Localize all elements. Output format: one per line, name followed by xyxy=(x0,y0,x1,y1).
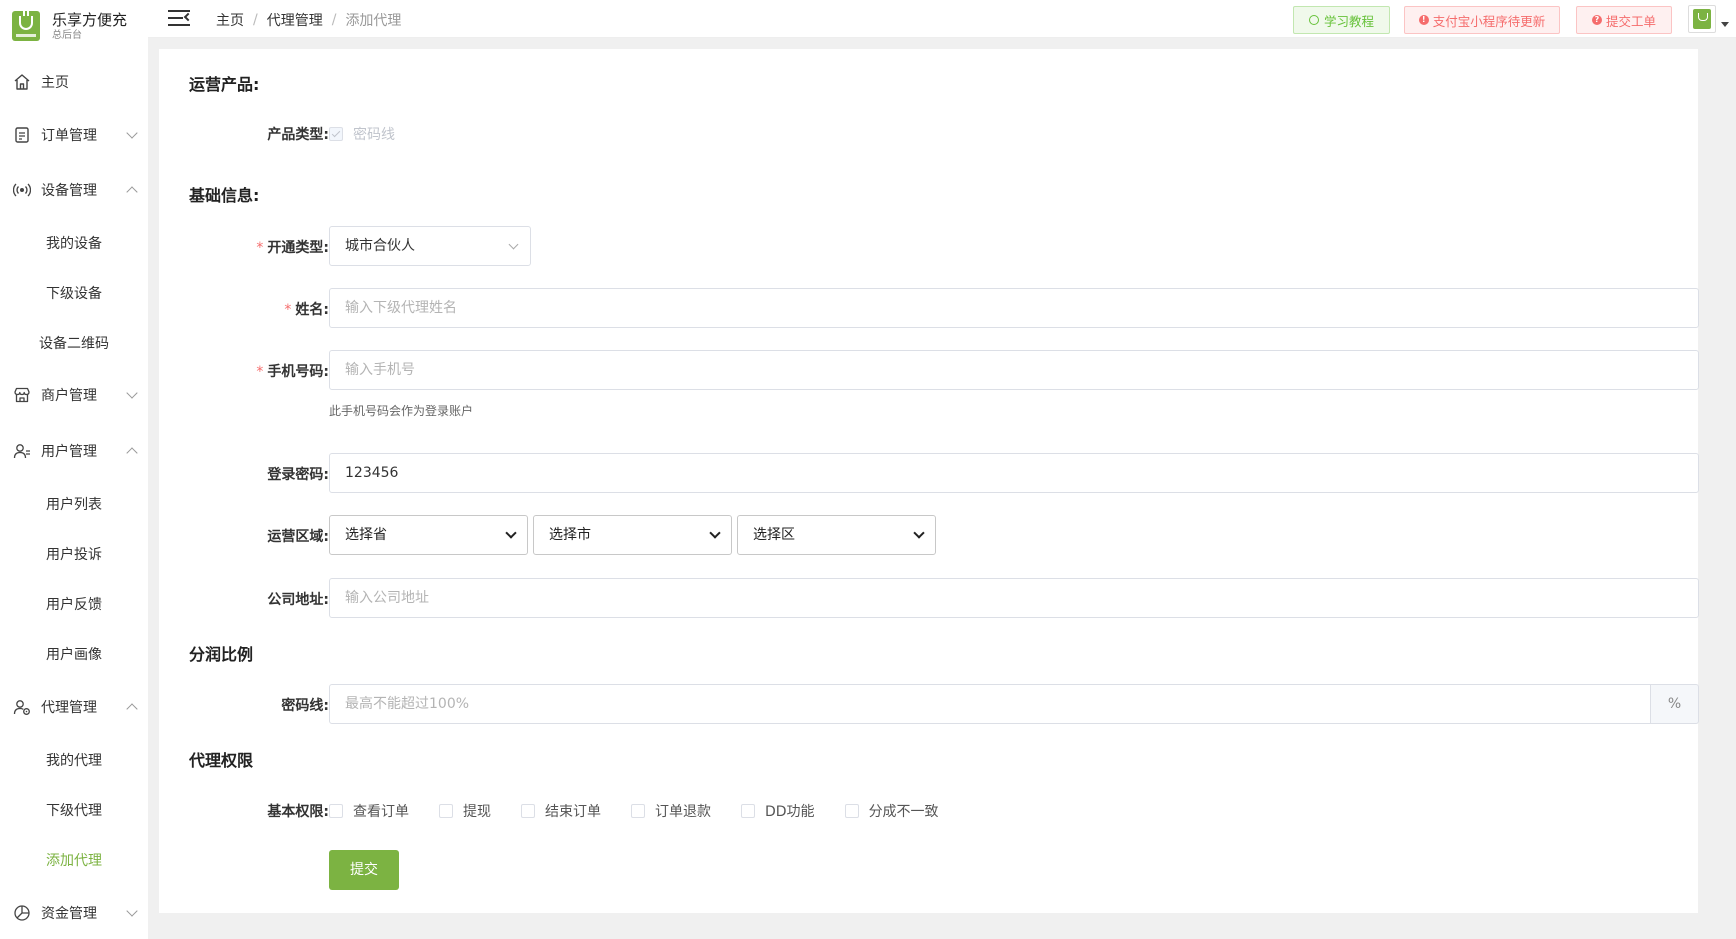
phone-input[interactable]: 输入手机号 xyxy=(329,350,1699,390)
sidebar-item-agents[interactable]: 代理管理 xyxy=(0,687,148,727)
address-input[interactable]: 输入公司地址 xyxy=(329,578,1699,618)
chevron-down-icon xyxy=(126,387,138,399)
chevron-down-icon xyxy=(913,527,925,539)
brand-avatar-icon xyxy=(1693,9,1711,29)
share-input[interactable]: 最高不能超过100% xyxy=(329,684,1651,724)
sidebar-subitem-my-devices[interactable]: 我的设备 xyxy=(0,223,148,263)
province-select[interactable]: 选择省 xyxy=(329,515,528,555)
pie-chart-icon xyxy=(12,903,32,923)
open-type-label: * 开通类型: xyxy=(256,240,329,256)
sidebar-subitem-user-list[interactable]: 用户列表 xyxy=(0,484,148,524)
breadcrumb: 主页 / 代理管理 / 添加代理 xyxy=(216,10,401,30)
perm-end-order-checkbox[interactable]: 结束订单 xyxy=(521,801,601,821)
brand-logo-icon xyxy=(12,11,40,41)
phone-hint: 此手机号码会作为登录账户 xyxy=(329,404,474,418)
open-type-select[interactable]: 城市合伙人 xyxy=(329,226,531,266)
product-type-label: 产品类型: xyxy=(267,127,329,143)
signal-icon xyxy=(12,180,32,200)
sidebar-item-label: 资金管理 xyxy=(41,906,97,922)
perm-split-checkbox[interactable]: 分成不一致 xyxy=(844,801,939,821)
chevron-up-icon xyxy=(126,186,138,198)
region-label: 运营区域: xyxy=(267,529,329,545)
sidebar-subitem-device-qrcode[interactable]: 设备二维码 xyxy=(0,323,148,363)
sidebar-subitem-sub-agents[interactable]: 下级代理 xyxy=(0,790,148,830)
tutorial-button[interactable]: 学习教程 xyxy=(1293,6,1390,34)
name-label: * 姓名: xyxy=(284,302,329,318)
avatar[interactable] xyxy=(1688,5,1716,33)
tutorial-icon xyxy=(1308,15,1319,25)
chevron-down-icon xyxy=(126,905,138,917)
chevron-down-icon xyxy=(508,239,519,250)
chevron-down-icon xyxy=(126,127,138,139)
submit-button[interactable]: 提交 xyxy=(329,850,399,890)
brand-name: 乐享方便充 xyxy=(52,11,128,29)
shop-icon xyxy=(12,385,32,405)
chevron-down-icon xyxy=(505,527,517,539)
sidebar-subitem-my-agents[interactable]: 我的代理 xyxy=(0,740,148,780)
sidebar-item-devices[interactable]: 设备管理 xyxy=(0,170,148,210)
section-basic-title: 基础信息: xyxy=(189,186,260,205)
add-agent-form: 运营产品: 产品类型: 密码线 基础信息: * 开通类型: 城市合伙人 * 姓名: … xyxy=(159,49,1699,913)
agent-icon xyxy=(12,697,32,717)
sidebar-subitem-user-complaints[interactable]: 用户投诉 xyxy=(0,534,148,574)
sidebar-item-home[interactable]: 主页 xyxy=(0,62,148,102)
perm-view-orders-checkbox[interactable]: 查看订单 xyxy=(329,801,409,821)
section-product-title: 运营产品: xyxy=(189,75,260,94)
district-select[interactable]: 选择区 xyxy=(737,515,936,555)
sidebar-subitem-user-profile[interactable]: 用户画像 xyxy=(0,634,148,674)
sidebar-item-merchants[interactable]: 商户管理 xyxy=(0,375,148,415)
perm-dd-checkbox[interactable]: DD功能 xyxy=(741,801,815,821)
city-select[interactable]: 选择市 xyxy=(533,515,732,555)
name-input[interactable]: 输入下级代理姓名 xyxy=(329,288,1699,328)
chevron-up-icon xyxy=(126,703,138,715)
alipay-update-button[interactable]: ! 支付宝小程序待更新 xyxy=(1404,6,1560,34)
sidebar-item-label: 用户管理 xyxy=(41,444,97,460)
address-label: 公司地址: xyxy=(267,592,329,608)
sidebar-item-label: 设备管理 xyxy=(41,183,97,199)
sidebar: 乐享方便充 总后台 主页 订单管理 设备管理 我的设备 下级设备 设备二维码 商… xyxy=(0,0,148,939)
perm-refund-checkbox[interactable]: 订单退款 xyxy=(631,801,711,821)
home-icon xyxy=(12,72,32,92)
password-input[interactable]: 123456 xyxy=(329,453,1699,493)
brand[interactable]: 乐享方便充 总后台 xyxy=(0,0,148,52)
alert-icon: ! xyxy=(1418,15,1429,25)
sidebar-item-orders[interactable]: 订单管理 xyxy=(0,115,148,155)
sidebar-item-funds[interactable]: 资金管理 xyxy=(0,893,148,933)
submit-ticket-button[interactable]: ? 提交工单 xyxy=(1576,6,1672,34)
phone-label: * 手机号码: xyxy=(256,364,329,380)
product-type-checkbox[interactable]: 密码线 xyxy=(329,124,395,144)
sidebar-subitem-user-feedback[interactable]: 用户反馈 xyxy=(0,584,148,624)
section-permission-title: 代理权限 xyxy=(189,751,254,770)
chevron-up-icon xyxy=(126,447,138,459)
product-type-group: 密码线 xyxy=(329,124,425,144)
permission-label: 基本权限: xyxy=(267,804,329,820)
user-icon xyxy=(12,441,32,461)
checkbox-checked-icon xyxy=(329,127,343,141)
sidebar-subitem-add-agent[interactable]: 添加代理 xyxy=(0,840,148,880)
order-list-icon xyxy=(12,125,32,145)
sidebar-item-label: 代理管理 xyxy=(41,700,97,716)
sidebar-item-users[interactable]: 用户管理 xyxy=(0,431,148,471)
breadcrumb-separator: / xyxy=(253,12,258,28)
share-unit-addon: % xyxy=(1651,684,1699,724)
collapse-menu-icon[interactable] xyxy=(168,9,193,27)
top-header: 主页 / 代理管理 / 添加代理 学习教程 ! 支付宝小程序待更新 ? 提交工单 xyxy=(148,0,1736,38)
perm-withdraw-checkbox[interactable]: 提现 xyxy=(439,801,491,821)
breadcrumb-current: 添加代理 xyxy=(345,13,402,29)
sidebar-item-label: 主页 xyxy=(41,75,69,91)
brand-subtitle: 总后台 xyxy=(52,30,82,41)
password-label: 登录密码: xyxy=(267,467,329,483)
chevron-down-icon xyxy=(709,527,721,539)
question-icon: ? xyxy=(1591,15,1602,25)
section-share-title: 分润比例 xyxy=(189,645,254,664)
caret-down-icon[interactable] xyxy=(1721,22,1729,27)
breadcrumb-agents[interactable]: 代理管理 xyxy=(267,10,323,30)
permission-group: 查看订单 提现 结束订单 订单退款 DD功能 分成不一致 xyxy=(329,801,969,821)
sidebar-item-label: 订单管理 xyxy=(41,128,97,144)
breadcrumb-home[interactable]: 主页 xyxy=(216,10,244,30)
sidebar-subitem-sub-devices[interactable]: 下级设备 xyxy=(0,273,148,313)
breadcrumb-separator: / xyxy=(331,12,337,28)
sidebar-item-label: 商户管理 xyxy=(41,388,97,404)
share-label: 密码线: xyxy=(281,698,329,714)
